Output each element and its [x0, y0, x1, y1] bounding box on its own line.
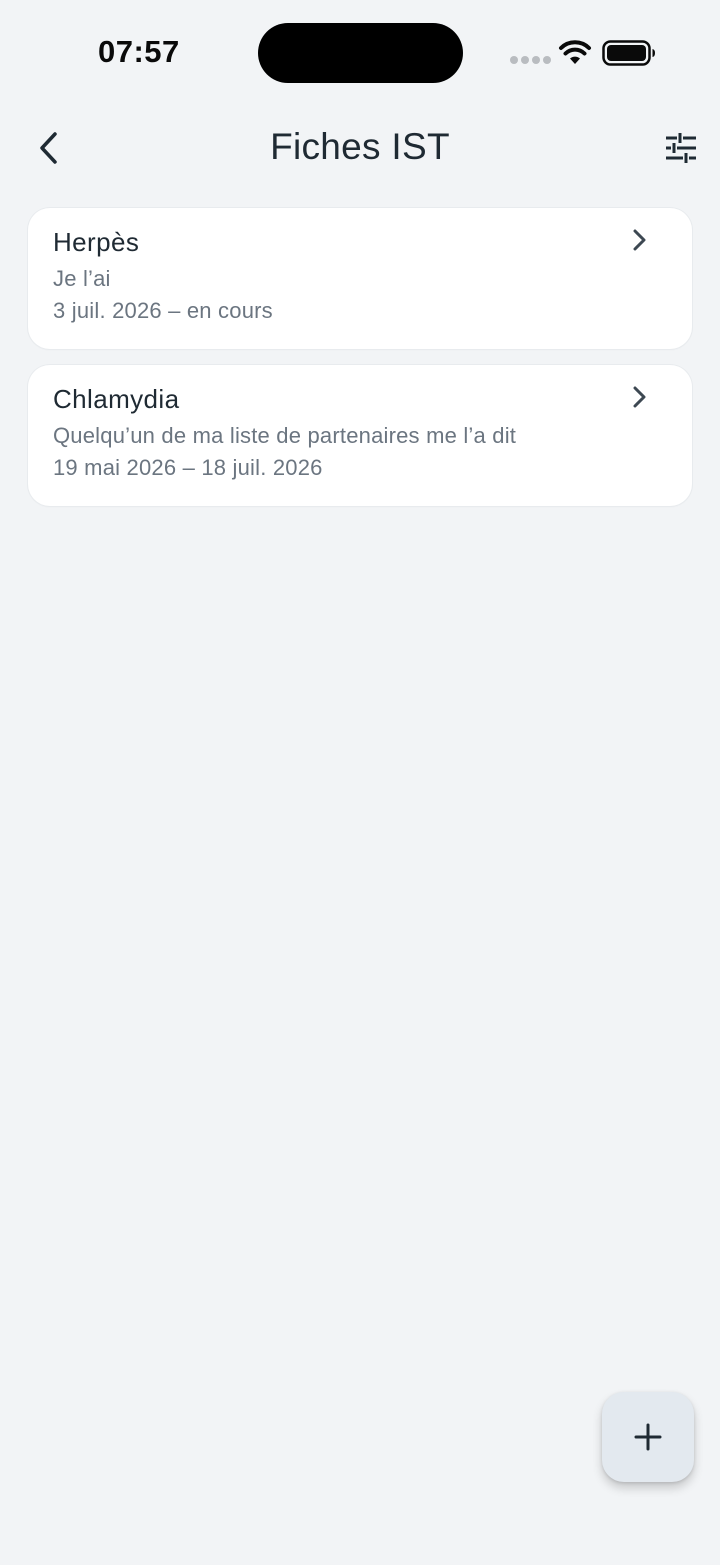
dynamic-island — [258, 23, 463, 83]
chevron-left-icon — [40, 132, 57, 164]
list-item-chlamydia[interactable]: Chlamydia Quelqu’un de ma liste de parte… — [28, 365, 692, 506]
page-title: Fiches IST — [270, 126, 450, 167]
cellular-signal-icon — [510, 56, 551, 64]
status-time: 07:57 — [98, 34, 180, 69]
status-bar: 07:57 — [0, 0, 720, 100]
card-subtitle: Quelqu’un de ma liste de partenaires me … — [53, 423, 517, 448]
plus-icon — [634, 1423, 662, 1451]
battery-icon — [602, 40, 655, 66]
card-title: Chlamydia — [53, 384, 180, 414]
add-button[interactable] — [602, 1392, 694, 1482]
filter-button[interactable] — [660, 128, 702, 168]
chevron-right-icon — [633, 386, 646, 408]
card-dates: 19 mai 2026 – 18 juil. 2026 — [53, 455, 323, 480]
sliders-icon — [666, 133, 696, 163]
chevron-right-icon — [633, 229, 646, 251]
card-subtitle: Je l’ai — [53, 266, 111, 291]
back-button[interactable] — [28, 126, 68, 170]
card-dates: 3 juil. 2026 – en cours — [53, 298, 273, 323]
wifi-icon — [559, 40, 591, 64]
card-title: Herpès — [53, 227, 140, 257]
list-item-herpes[interactable]: Herpès Je l’ai 3 juil. 2026 – en cours — [28, 208, 692, 349]
screen: 07:57 Fiches IST Herpès Je l’ai 3 juil. … — [0, 0, 720, 1565]
